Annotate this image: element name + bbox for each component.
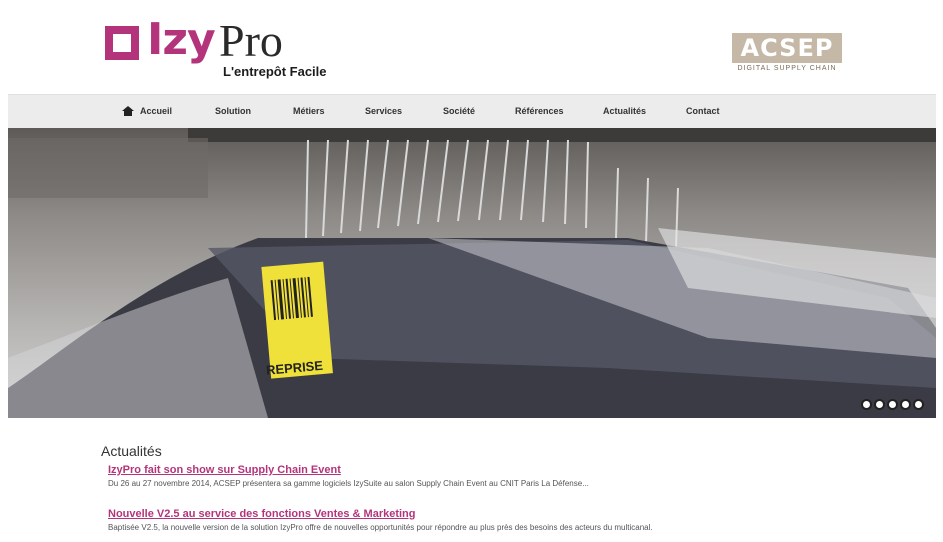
news-item: Nouvelle V2.5 au service des fonctions V… [108, 508, 653, 532]
nav-item-solution[interactable]: Solution [215, 95, 251, 128]
nav-item-societe[interactable]: Société [443, 95, 475, 128]
page: Izy Pro L'entrepôt Facile ACSEP DIGITAL … [8, 0, 936, 542]
logo-tagline: L'entrepôt Facile [223, 64, 327, 79]
nav-item-metiers[interactable]: Métiers [293, 95, 325, 128]
nav-item-label: Société [443, 106, 476, 116]
acsep-subtitle: DIGITAL SUPPLY CHAIN [737, 65, 837, 72]
news-item: IzyPro fait son show sur Supply Chain Ev… [108, 464, 589, 488]
news-excerpt: Du 26 au 27 novembre 2014, ACSEP présent… [108, 479, 589, 488]
slider-dot[interactable] [861, 399, 872, 410]
news-section-title: Actualités [101, 443, 162, 459]
nav-item-contact[interactable]: Contact [686, 95, 720, 128]
nav-item-label: Références [515, 106, 564, 116]
news-link[interactable]: Nouvelle V2.5 au service des fonctions V… [108, 508, 653, 520]
slider-dot[interactable] [913, 399, 924, 410]
main-nav: Accueil Solution Métiers Services Sociét… [8, 94, 936, 129]
nav-item-accueil[interactable]: Accueil [122, 95, 172, 128]
news-excerpt: Baptisée V2.5, la nouvelle version de la… [108, 523, 653, 532]
hero-slider[interactable]: REPRISE [8, 128, 936, 418]
slider-dots [861, 399, 924, 410]
nav-item-services[interactable]: Services [365, 95, 402, 128]
slider-dot[interactable] [887, 399, 898, 410]
nav-item-actualites[interactable]: Actualités [603, 95, 646, 128]
acsep-logo-text: ACSEP [732, 33, 842, 63]
slider-dot[interactable] [900, 399, 911, 410]
nav-item-references[interactable]: Références [515, 95, 564, 128]
nav-item-label: Accueil [140, 106, 173, 116]
nav-item-label: Services [365, 106, 403, 116]
acsep-logo[interactable]: ACSEP DIGITAL SUPPLY CHAIN [732, 33, 842, 77]
header: Izy Pro L'entrepôt Facile ACSEP DIGITAL … [8, 0, 936, 92]
slider-dot[interactable] [874, 399, 885, 410]
nav-item-label: Contact [686, 106, 720, 116]
hero-image: REPRISE [8, 128, 936, 418]
logo-mark [105, 26, 139, 60]
nav-item-label: Actualités [603, 106, 647, 116]
nav-item-label: Solution [215, 106, 251, 116]
nav-item-label: Métiers [293, 106, 325, 116]
news-link[interactable]: IzyPro fait son show sur Supply Chain Ev… [108, 464, 589, 476]
logo-pro-text: Pro [219, 15, 283, 66]
logo-izy-text: Izy [147, 14, 216, 65]
home-icon [122, 105, 134, 116]
